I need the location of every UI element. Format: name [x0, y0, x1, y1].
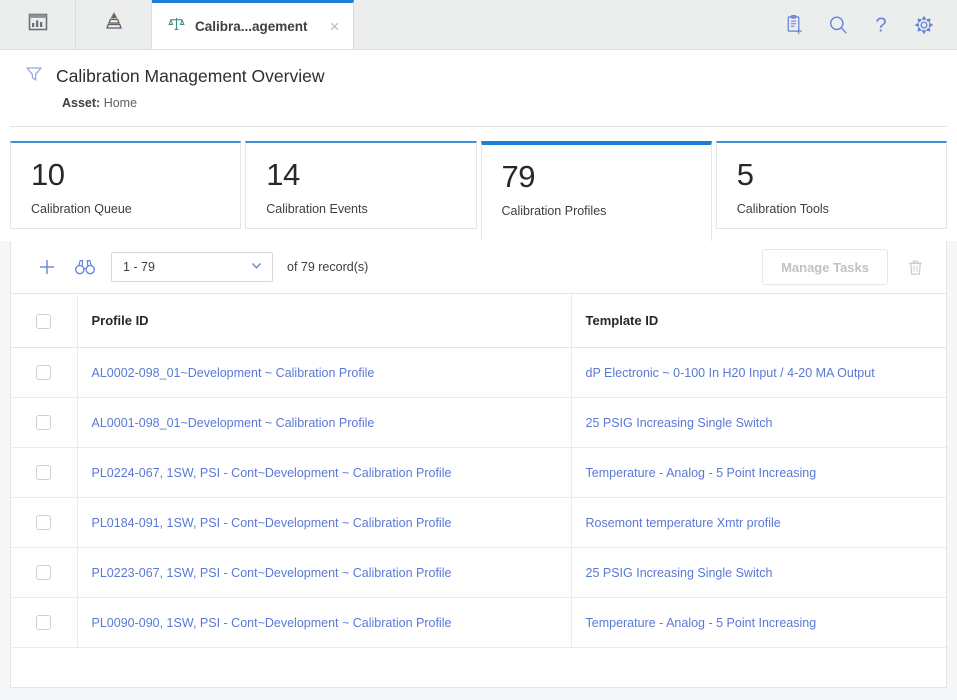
row-select-cell [11, 447, 78, 498]
browser-tab-bar: Calibra...agement × ? [0, 0, 957, 50]
row-checkbox[interactable] [36, 465, 52, 481]
column-header-template-id[interactable]: Template ID [571, 293, 946, 348]
page-header: Calibration Management Overview Asset: H… [0, 50, 957, 127]
table-header-row: Profile ID Template ID [11, 293, 946, 348]
template-id-cell: Temperature - Analog - 5 Point Increasin… [571, 447, 946, 498]
profile-id-link[interactable]: PL0184-091, 1SW, PSI - Cont~Development … [92, 516, 452, 530]
search-icon[interactable] [827, 14, 849, 36]
page-title: Calibration Management Overview [56, 66, 325, 86]
kpi-card-row: 10 Calibration Queue 14 Calibration Even… [0, 127, 957, 241]
template-id-link[interactable]: Temperature - Analog - 5 Point Increasin… [586, 616, 817, 630]
dashboard-icon [26, 10, 50, 39]
record-range-select[interactable]: 1 - 79 [111, 252, 273, 282]
kpi-value: 5 [736, 157, 754, 192]
profile-id-link[interactable]: AL0002-098_01~Development ~ Calibration … [92, 366, 375, 380]
template-id-cell: dP Electronic ~ 0-100 In H20 Input / 4-2… [571, 347, 946, 398]
asset-breadcrumb: Asset: Home [0, 89, 957, 110]
kpi-card-calibration-queue[interactable]: 10 Calibration Queue [10, 141, 242, 229]
table-body: AL0002-098_01~Development ~ Calibration … [11, 347, 946, 648]
row-checkbox[interactable] [36, 565, 52, 581]
kpi-label: Calibration Profiles [501, 203, 607, 218]
profiles-table: Profile ID Template ID AL0002-098_01~Dev… [11, 293, 946, 648]
trash-icon[interactable] [898, 250, 932, 284]
row-select-cell [11, 497, 78, 548]
settings-gear-icon[interactable] [913, 14, 935, 36]
close-icon[interactable]: × [330, 18, 340, 35]
nav-button-hierarchy[interactable] [76, 0, 152, 49]
template-id-link[interactable]: Temperature - Analog - 5 Point Increasin… [586, 466, 817, 480]
template-id-link[interactable]: 25 PSIG Increasing Single Switch [586, 566, 773, 580]
profile-id-link[interactable]: AL0001-098_01~Development ~ Calibration … [92, 416, 375, 430]
row-select-cell [11, 397, 78, 448]
template-id-cell: Rosemont temperature Xmtr profile [571, 497, 946, 548]
kpi-card-calibration-profiles[interactable]: 79 Calibration Profiles [480, 141, 712, 241]
hierarchy-icon [101, 9, 127, 40]
kpi-label: Calibration Queue [31, 201, 132, 216]
row-checkbox[interactable] [36, 415, 52, 431]
tab-title: Calibra...agement [195, 18, 308, 34]
row-select-cell [11, 547, 78, 598]
profile-id-cell: PL0090-090, 1SW, PSI - Cont~Development … [77, 597, 572, 648]
row-checkbox[interactable] [36, 515, 52, 531]
profile-id-link[interactable]: PL0224-067, 1SW, PSI - Cont~Development … [92, 466, 452, 480]
plus-icon[interactable] [33, 253, 61, 281]
grid-toolbar: 1 - 79 of 79 record(s) Manage Tasks [11, 241, 946, 293]
kpi-value: 14 [266, 157, 300, 192]
kpi-value: 10 [31, 157, 65, 192]
top-right-icon-group: ? [784, 0, 957, 49]
filter-funnel-icon[interactable] [24, 64, 44, 89]
nav-button-dashboard[interactable] [0, 0, 76, 49]
profile-id-cell: PL0223-067, 1SW, PSI - Cont~Development … [77, 547, 572, 598]
select-all-header [11, 293, 78, 348]
chevron-down-icon [249, 258, 264, 276]
table-row[interactable]: PL0184-091, 1SW, PSI - Cont~Development … [11, 497, 946, 548]
template-id-cell: 25 PSIG Increasing Single Switch [571, 547, 946, 598]
profile-id-cell: AL0002-098_01~Development ~ Calibration … [77, 347, 572, 398]
column-header-profile-id[interactable]: Profile ID [77, 293, 572, 348]
scales-icon [168, 15, 185, 37]
table-row[interactable]: AL0002-098_01~Development ~ Calibration … [11, 347, 946, 398]
template-id-cell: Temperature - Analog - 5 Point Increasin… [571, 597, 946, 648]
binoculars-icon[interactable] [71, 253, 99, 281]
profile-id-link[interactable]: PL0223-067, 1SW, PSI - Cont~Development … [92, 566, 452, 580]
table-empty-area [11, 648, 946, 687]
profile-id-cell: PL0224-067, 1SW, PSI - Cont~Development … [77, 447, 572, 498]
row-checkbox[interactable] [36, 615, 52, 631]
table-row[interactable]: AL0001-098_01~Development ~ Calibration … [11, 397, 946, 448]
new-record-icon[interactable] [784, 14, 805, 35]
table-row[interactable]: PL0224-067, 1SW, PSI - Cont~Development … [11, 447, 946, 498]
help-icon[interactable]: ? [871, 14, 891, 36]
kpi-label: Calibration Events [266, 201, 368, 216]
record-range-value: 1 - 79 [123, 260, 155, 274]
row-select-cell [11, 597, 78, 648]
profile-id-cell: PL0184-091, 1SW, PSI - Cont~Development … [77, 497, 572, 548]
row-select-cell [11, 347, 78, 398]
tab-bar-spacer [354, 0, 784, 49]
row-checkbox[interactable] [36, 365, 52, 381]
kpi-card-calibration-tools[interactable]: 5 Calibration Tools [715, 141, 947, 229]
svg-text:?: ? [875, 14, 886, 36]
template-id-link[interactable]: dP Electronic ~ 0-100 In H20 Input / 4-2… [586, 366, 875, 380]
profile-id-link[interactable]: PL0090-090, 1SW, PSI - Cont~Development … [92, 616, 452, 630]
asset-label: Asset: [62, 96, 101, 110]
select-all-checkbox[interactable] [36, 313, 52, 329]
manage-tasks-button[interactable]: Manage Tasks [762, 249, 888, 285]
table-row[interactable]: PL0223-067, 1SW, PSI - Cont~Development … [11, 547, 946, 598]
kpi-label: Calibration Tools [736, 201, 829, 216]
kpi-value: 79 [501, 159, 536, 194]
active-tab[interactable]: Calibra...agement × [152, 0, 355, 49]
results-panel: 1 - 79 of 79 record(s) Manage Tasks Prof… [10, 241, 947, 688]
template-id-cell: 25 PSIG Increasing Single Switch [571, 397, 946, 448]
table-row[interactable]: PL0090-090, 1SW, PSI - Cont~Development … [11, 597, 946, 648]
asset-value[interactable]: Home [104, 96, 137, 110]
kpi-card-calibration-events[interactable]: 14 Calibration Events [245, 141, 477, 229]
record-count-text: of 79 record(s) [287, 260, 369, 274]
profile-id-cell: AL0001-098_01~Development ~ Calibration … [77, 397, 572, 448]
template-id-link[interactable]: Rosemont temperature Xmtr profile [586, 516, 781, 530]
template-id-link[interactable]: 25 PSIG Increasing Single Switch [586, 416, 773, 430]
page-header-row: Calibration Management Overview [0, 64, 957, 89]
